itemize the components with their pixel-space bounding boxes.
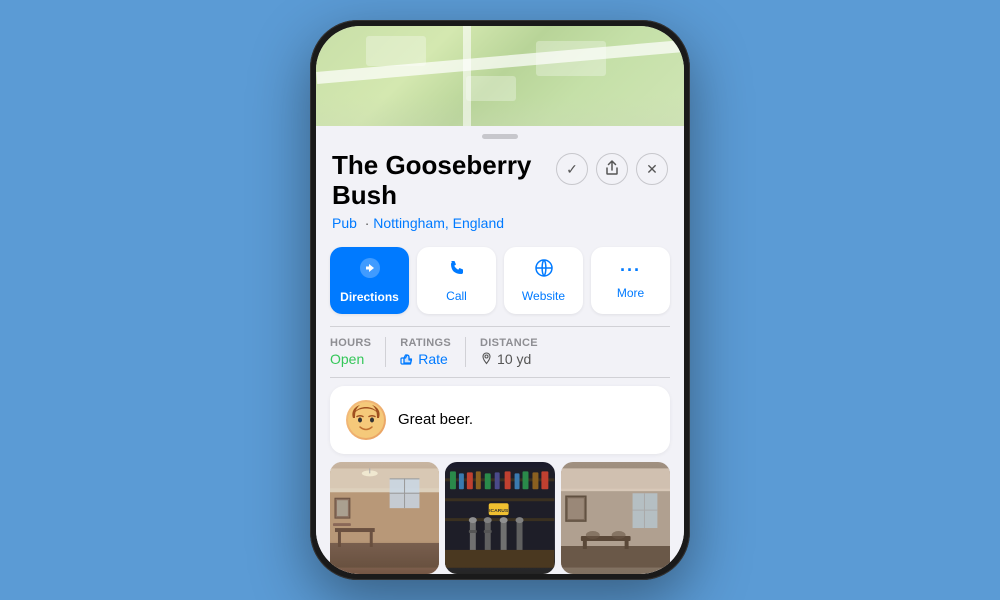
reviewer-avatar bbox=[346, 400, 386, 440]
hours-value: Open bbox=[330, 351, 371, 367]
location-pin-icon bbox=[480, 352, 493, 365]
directions-label: Directions bbox=[340, 290, 399, 304]
phone-frame: The Gooseberry Bush Pub · Nottingham, En… bbox=[310, 20, 690, 580]
info-row: HOURS Open RATINGS Rate DIS bbox=[316, 327, 684, 377]
place-name: The Gooseberry Bush bbox=[332, 151, 556, 211]
more-icon: ··· bbox=[620, 260, 641, 281]
review-text: Great beer. bbox=[398, 411, 473, 428]
hours-label: HOURS bbox=[330, 337, 371, 349]
action-buttons: Directions Call bbox=[316, 239, 684, 326]
place-subtitle: Pub · Nottingham, England bbox=[332, 215, 556, 231]
checkmark-button[interactable]: ✓ bbox=[556, 153, 588, 185]
hours-info: HOURS Open bbox=[330, 337, 386, 367]
distance-info: DISTANCE 10 yd bbox=[480, 337, 538, 367]
close-button[interactable]: ✕ bbox=[636, 153, 668, 185]
close-icon: ✕ bbox=[646, 161, 658, 178]
checkmark-icon: ✓ bbox=[566, 161, 578, 178]
ratings-label: RATINGS bbox=[400, 337, 451, 349]
website-button[interactable]: Website bbox=[504, 247, 583, 314]
place-location: Nottingham, England bbox=[373, 215, 504, 231]
sheet-handle-area bbox=[316, 126, 684, 139]
photo-bar[interactable]: ICARUS bbox=[445, 462, 554, 574]
share-icon bbox=[605, 160, 619, 179]
svg-text:ICARUS: ICARUS bbox=[489, 508, 509, 514]
call-icon bbox=[447, 258, 467, 284]
phone-screen: The Gooseberry Bush Pub · Nottingham, En… bbox=[316, 26, 684, 574]
call-label: Call bbox=[446, 289, 467, 303]
header-buttons: ✓ ✕ bbox=[556, 153, 668, 185]
distance-label: DISTANCE bbox=[480, 337, 538, 349]
place-category: Pub bbox=[332, 215, 357, 231]
more-label: More bbox=[617, 286, 644, 300]
review-card: Great beer. bbox=[330, 386, 670, 454]
website-label: Website bbox=[522, 289, 565, 303]
photo-room[interactable] bbox=[561, 462, 670, 574]
photo-interior[interactable] bbox=[330, 462, 439, 574]
thumbs-up-icon bbox=[400, 352, 414, 366]
bottom-sheet: The Gooseberry Bush Pub · Nottingham, En… bbox=[316, 139, 684, 574]
ratings-value[interactable]: Rate bbox=[400, 351, 451, 367]
divider-2 bbox=[330, 377, 670, 378]
distance-value: 10 yd bbox=[480, 351, 538, 367]
share-button[interactable] bbox=[596, 153, 628, 185]
map-background bbox=[316, 26, 684, 126]
place-title-area: The Gooseberry Bush Pub · Nottingham, En… bbox=[332, 151, 556, 231]
directions-icon bbox=[359, 257, 381, 285]
rate-text: Rate bbox=[418, 351, 448, 367]
directions-button[interactable]: Directions bbox=[330, 247, 409, 314]
ratings-info: RATINGS Rate bbox=[400, 337, 466, 367]
more-button[interactable]: ··· More bbox=[591, 247, 670, 314]
photos-strip: ICARUS bbox=[316, 462, 684, 574]
website-icon bbox=[534, 258, 554, 284]
call-button[interactable]: Call bbox=[417, 247, 496, 314]
place-header: The Gooseberry Bush Pub · Nottingham, En… bbox=[316, 139, 684, 239]
